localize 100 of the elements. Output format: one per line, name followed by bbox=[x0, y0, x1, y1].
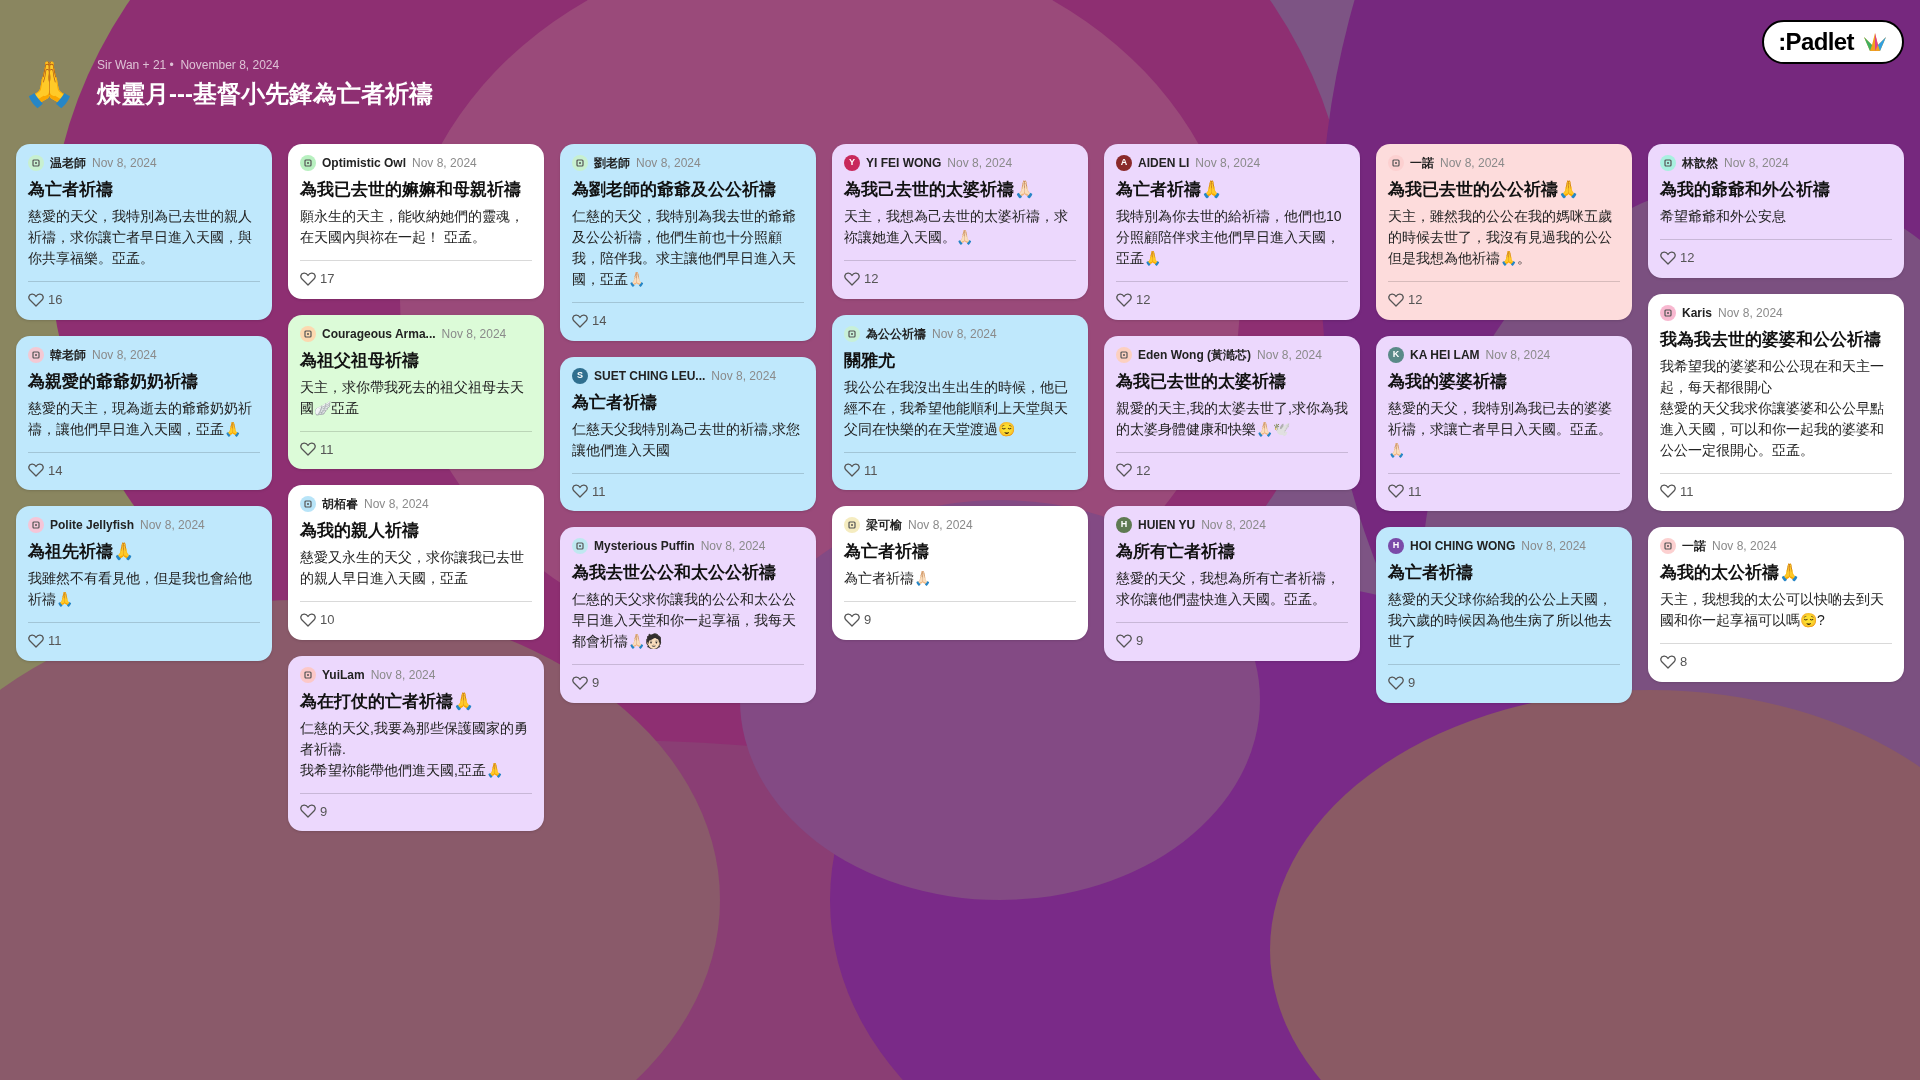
author-name: 林歆然 bbox=[1682, 155, 1718, 172]
post-date: Nov 8, 2024 bbox=[700, 538, 766, 555]
like-button[interactable]: 9 bbox=[300, 801, 328, 821]
post-body: 慈愛的天父我求你讓婆婆和公公早點進入天國，可以和你一起我的婆婆和公公一定很開心。亞孟。 bbox=[1660, 398, 1885, 460]
heart-icon bbox=[1388, 484, 1404, 499]
post-date: Nov 8, 2024 bbox=[412, 155, 477, 172]
author-name: HOI CHING WONG bbox=[1410, 538, 1516, 555]
heart-icon bbox=[300, 804, 316, 819]
like-button[interactable]: 17 bbox=[300, 269, 335, 289]
post-date: Nov 8, 2024 bbox=[1201, 517, 1266, 534]
padlet-logo[interactable]: :Padlet bbox=[1762, 20, 1904, 64]
post-date: Nov 8, 2024 bbox=[1724, 155, 1789, 172]
author-name: 胡栢睿 bbox=[322, 496, 358, 513]
post-date: Nov 8, 2024 bbox=[947, 155, 1013, 172]
author-name: HUIEN YU bbox=[1138, 517, 1196, 534]
like-button[interactable]: 9 bbox=[844, 610, 872, 630]
like-button[interactable]: 16 bbox=[28, 290, 63, 310]
post-body: 仁慈的天父，我特別為我去世的爺爺及公公祈禱，他們生前也十分照顧我，陪伴我。求主讓他們早日進入天國，亞孟🙏🏻 bbox=[572, 207, 797, 289]
post-date: Nov 8, 2024 bbox=[636, 155, 701, 172]
like-button[interactable]: 11 bbox=[844, 460, 878, 480]
like-button[interactable]: 11 bbox=[1388, 481, 1422, 501]
like-button[interactable]: 14 bbox=[572, 311, 607, 331]
post-date: Nov 8, 2024 bbox=[1712, 538, 1777, 555]
post-title: 為祖先祈禱🙏 bbox=[28, 541, 135, 563]
heart-icon bbox=[844, 463, 860, 478]
like-button[interactable]: 11 bbox=[1660, 481, 1694, 501]
post-title: 為祖父祖母祈禱 bbox=[300, 349, 420, 372]
post-body: 仁慈天父我特別為己去世的祈禱,求您讓他們進入天國 bbox=[572, 419, 801, 460]
like-button[interactable]: 11 bbox=[300, 439, 334, 459]
user-avatar: S bbox=[572, 367, 588, 384]
like-button[interactable]: 14 bbox=[28, 460, 63, 480]
author-name: 劉老師 bbox=[594, 155, 630, 172]
like-button[interactable]: 8 bbox=[1660, 652, 1688, 672]
post-body: 我希望我的婆婆和公公現在和天主一起，每天都很開心 bbox=[1660, 356, 1885, 397]
author-name: Eden Wong (黃澔芯) bbox=[1138, 346, 1252, 364]
heart-icon bbox=[572, 484, 588, 499]
post-date: Nov 8, 2024 bbox=[1440, 155, 1505, 172]
user-avatar: Y bbox=[844, 155, 860, 171]
like-button[interactable]: 9 bbox=[1388, 673, 1416, 693]
like-button[interactable]: 10 bbox=[300, 610, 335, 630]
post-title: 為亡者祈禱🙏 bbox=[1116, 179, 1223, 201]
post-body: 親愛的天主,我的太婆去世了,求你為我的太婆身體健康和快樂🙏🏻🕊 bbox=[1116, 398, 1348, 439]
post-body: 我雖然不有看見他，但是我也會給他祈禱🙏 bbox=[28, 569, 253, 609]
heart-icon bbox=[844, 271, 860, 286]
post-date: Nov 8, 2024 bbox=[711, 367, 777, 385]
post-body: 願永生的天主，能收納她們的靈魂，在天國內與祢在一起！ 亞孟。 bbox=[300, 207, 525, 247]
like-button[interactable]: 9 bbox=[1116, 631, 1144, 651]
praying-hands-emoji: 🙏 bbox=[22, 62, 77, 106]
like-button[interactable]: 11 bbox=[28, 631, 62, 651]
post-title: 為劉老師的爺爺及公公祈禱 bbox=[572, 179, 777, 201]
author-name: 梁可榆 bbox=[866, 517, 902, 534]
heart-icon bbox=[1388, 675, 1404, 690]
post-title: 為亡者祈禱 bbox=[844, 541, 930, 563]
post-date: Nov 8, 2024 bbox=[140, 517, 205, 534]
heart-icon bbox=[1116, 633, 1132, 648]
post-title: 關雅尤 bbox=[844, 349, 896, 372]
like-button[interactable]: 12 bbox=[1388, 290, 1423, 310]
heart-icon bbox=[28, 292, 44, 307]
post-body: 慈愛的天父，我特別為已去世的親人祈禱，求你讓亡者早日進入天國，與你共享福樂。亞孟。 bbox=[28, 207, 253, 268]
like-button[interactable]: 12 bbox=[844, 269, 879, 289]
author-name: SUET CHING LEU... bbox=[594, 367, 706, 385]
post-date: Nov 8, 2024 bbox=[92, 346, 157, 364]
like-button[interactable]: 11 bbox=[572, 481, 606, 501]
post-title: 為所有亡者祈禱 bbox=[1116, 541, 1236, 563]
post-date: Nov 8, 2024 bbox=[908, 517, 973, 534]
post-title: 為我已去世的公公祈禱🙏 bbox=[1388, 179, 1580, 201]
post-body: 天主，雖然我的公公在我的媽咪五歲的時候去世了，我沒有見過我的公公但是我想為他祈禱🙏。 bbox=[1388, 207, 1613, 268]
like-button[interactable]: 9 bbox=[572, 673, 600, 693]
post-date: Nov 8, 2024 bbox=[1485, 346, 1551, 364]
post-date: Nov 8, 2024 bbox=[1195, 155, 1261, 172]
heart-icon bbox=[28, 633, 44, 648]
heart-icon bbox=[1388, 292, 1404, 307]
post-date: Nov 8, 2024 bbox=[1521, 538, 1587, 555]
post-title: 為我已去世的嫲嫲和母親祈禱 bbox=[300, 179, 522, 201]
author-name: 為公公祈禱 bbox=[866, 325, 926, 343]
author-name: YI FEI WONG bbox=[866, 155, 942, 172]
author-name: Karis bbox=[1682, 304, 1713, 322]
post-title: 為我己去世的太婆祈禱🙏🏻 bbox=[844, 179, 1036, 201]
post-date: Nov 8, 2024 bbox=[1718, 304, 1783, 322]
post-date: Nov 8, 2024 bbox=[370, 666, 436, 684]
post-body: 我公公在我沒出生出生的時候，他已經不在，我希望他能順利上天堂與天父同在快樂的在天堂渡過😌 bbox=[844, 377, 1069, 439]
like-button[interactable]: 12 bbox=[1660, 248, 1695, 268]
like-button[interactable]: 12 bbox=[1116, 460, 1151, 480]
author-name: Optimistic Owl bbox=[322, 155, 406, 172]
user-avatar: H bbox=[1116, 517, 1132, 533]
author-name: Mysterious Puffin bbox=[594, 538, 695, 555]
author-name: Polite Jellyfish bbox=[50, 517, 135, 534]
post-title: 為我的婆婆祈禱 bbox=[1388, 370, 1508, 393]
post-body: 慈愛的天父球你給我的公公上天國，我六歲的時候因為他生病了所以他去世了 bbox=[1388, 590, 1613, 651]
post-body: 仁慈的天父求你讓我的公公和太公公早日進入天堂和你一起享福，我每天都會祈禱🙏🏻🧑🏻 bbox=[572, 590, 797, 651]
like-button[interactable]: 12 bbox=[1116, 290, 1151, 310]
post-body: 我希望祢能帶他們進天國,亞孟🙏 bbox=[300, 760, 504, 780]
heart-icon bbox=[1660, 250, 1676, 265]
post-date: Nov 8, 2024 bbox=[364, 496, 429, 513]
post-body: 慈愛的天主，現為逝去的爺爺奶奶祈禱，讓他們早日進入天國，亞孟🙏 bbox=[28, 398, 253, 439]
user-avatar: H bbox=[1388, 538, 1404, 554]
post-title: 我為我去世的婆婆和公公祈禱 bbox=[1660, 328, 1882, 351]
post-date: Nov 8, 2024 bbox=[441, 325, 507, 343]
post-title: 為我已去世的太婆祈禱 bbox=[1116, 370, 1287, 393]
post-body: 慈愛的天父，我想為所有亡者祈禱，求你讓他們盡快進入天國。亞孟。 bbox=[1116, 569, 1341, 609]
